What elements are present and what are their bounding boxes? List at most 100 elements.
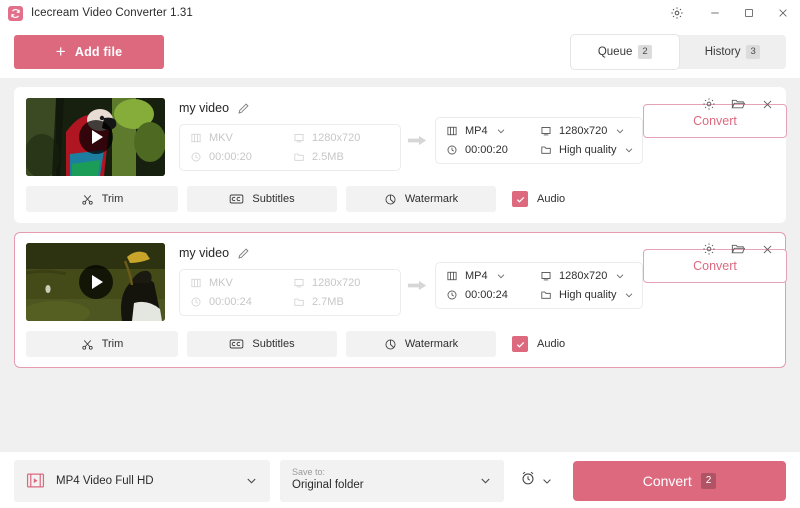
pencil-icon[interactable] <box>237 247 250 260</box>
watermark-button[interactable]: Watermark <box>346 186 496 212</box>
subtitles-button[interactable]: Subtitles <box>187 331 337 357</box>
monitor-icon <box>540 270 552 282</box>
video-thumbnail[interactable] <box>26 243 165 321</box>
output-settings: MP4 1280x720 <box>435 116 643 164</box>
watermark-button[interactable]: Watermark <box>346 331 496 357</box>
output-resolution[interactable]: 1280x720 <box>540 125 634 137</box>
source-format-value: MKV <box>209 132 233 144</box>
subtitles-label: Subtitles <box>252 338 295 350</box>
chevron-down-icon <box>541 475 553 487</box>
trim-label: Trim <box>101 338 124 350</box>
gear-icon[interactable] <box>702 242 716 256</box>
clock-icon <box>190 151 202 163</box>
audio-checkbox[interactable] <box>512 336 528 352</box>
save-to-value: Original folder <box>292 479 364 492</box>
video-thumbnail[interactable] <box>26 98 165 176</box>
output-duration-value: 00:00:24 <box>465 288 508 301</box>
arrow-right-icon <box>401 278 435 293</box>
folder-open-icon[interactable] <box>731 242 746 256</box>
file-title-row: my video <box>179 98 401 118</box>
minimize-icon[interactable] <box>698 0 732 26</box>
queue-item-card[interactable]: my video <box>14 232 787 368</box>
play-icon[interactable] <box>78 120 113 154</box>
output-quality[interactable]: High quality <box>540 289 634 301</box>
save-to-label: Save to: <box>292 467 326 478</box>
source-duration-value: 00:00:20 <box>209 151 252 163</box>
view-tabs: Queue 2 History 3 <box>571 35 786 69</box>
subtitles-button[interactable]: Subtitles <box>187 186 337 212</box>
audio-label: Audio <box>537 193 566 205</box>
card-actions <box>702 242 774 256</box>
save-to-texts: Save to: Original folder <box>292 467 478 494</box>
scheduler-control[interactable] <box>514 470 559 491</box>
output-format-select[interactable]: MP4 Video Full HD <box>14 459 270 502</box>
save-to-select[interactable]: Save to: Original folder <box>280 459 504 502</box>
source-size-value: 2.5MB <box>312 151 344 163</box>
output-quality-value: High quality <box>559 143 617 156</box>
clock-icon <box>446 289 458 301</box>
tab-history[interactable]: History 3 <box>679 35 787 69</box>
convert-all-button[interactable]: Convert 2 <box>573 460 786 501</box>
chevron-down-icon <box>496 126 506 136</box>
title-bar: Icecream Video Converter 1.31 <box>0 0 800 26</box>
output-format-value: MP4 <box>465 124 488 137</box>
folder-icon <box>293 296 305 308</box>
close-icon[interactable] <box>761 98 774 111</box>
trim-button[interactable]: Trim <box>26 186 178 212</box>
close-icon[interactable] <box>761 243 774 256</box>
watermark-icon <box>384 338 397 351</box>
folder-icon <box>540 144 552 156</box>
card-actions <box>702 97 774 111</box>
video-file-icon <box>26 472 45 489</box>
chevron-down-icon <box>496 271 506 281</box>
convert-all-label: Convert <box>642 472 692 489</box>
settings-icon[interactable] <box>662 0 692 26</box>
monitor-icon <box>540 125 552 137</box>
trim-label: Trim <box>101 193 124 205</box>
card-action-row: Trim Subtitles Watermark Audio <box>26 186 774 212</box>
chevron-down-icon <box>479 474 492 487</box>
source-size: 2.7MB <box>293 296 390 308</box>
file-title: my video <box>179 101 230 115</box>
output-duration: 00:00:20 <box>446 144 540 156</box>
queue-list: my video MKV 1280x720 00:00:20 2.5MB MP4… <box>0 78 800 452</box>
output-resolution[interactable]: 1280x720 <box>540 270 634 282</box>
chevron-down-icon <box>624 290 634 300</box>
source-duration: 00:00:24 <box>190 296 293 308</box>
audio-toggle[interactable]: Audio <box>512 191 565 207</box>
convert-all-badge: 2 <box>700 472 717 489</box>
output-quality-value: High quality <box>559 288 617 301</box>
audio-checkbox[interactable] <box>512 191 528 207</box>
audio-toggle[interactable]: Audio <box>512 336 565 352</box>
trim-button[interactable]: Trim <box>26 331 178 357</box>
tab-history-label: History <box>704 46 741 58</box>
film-icon <box>446 125 458 137</box>
output-format[interactable]: MP4 <box>446 125 540 137</box>
watermark-icon <box>384 193 397 206</box>
clock-icon <box>190 296 202 308</box>
closed-caption-icon <box>229 193 244 205</box>
source-resolution-value: 1280x720 <box>312 277 361 289</box>
add-file-button[interactable]: + Add file <box>14 35 164 69</box>
chevron-down-icon <box>245 474 258 487</box>
subtitles-label: Subtitles <box>252 193 295 205</box>
folder-open-icon[interactable] <box>731 97 746 111</box>
folder-icon <box>293 151 305 163</box>
output-format[interactable]: MP4 <box>446 270 540 282</box>
close-icon[interactable] <box>766 0 800 26</box>
tab-queue-badge: 2 <box>638 44 652 60</box>
maximize-icon[interactable] <box>732 0 766 26</box>
scissors-icon <box>81 338 94 351</box>
gear-icon[interactable] <box>702 97 716 111</box>
pencil-icon[interactable] <box>237 102 250 115</box>
source-resolution: 1280x720 <box>293 132 390 144</box>
source-format-value: MKV <box>209 277 233 289</box>
output-settings: MP4 1280x720 <box>435 261 643 309</box>
output-duration-value: 00:00:20 <box>465 143 508 156</box>
window-title: Icecream Video Converter 1.31 <box>31 7 193 19</box>
queue-item-card[interactable]: my video <box>14 87 787 223</box>
output-quality[interactable]: High quality <box>540 144 634 156</box>
play-icon[interactable] <box>78 265 113 299</box>
card-main-row: my video <box>26 98 787 176</box>
tab-queue[interactable]: Queue 2 <box>571 35 679 69</box>
